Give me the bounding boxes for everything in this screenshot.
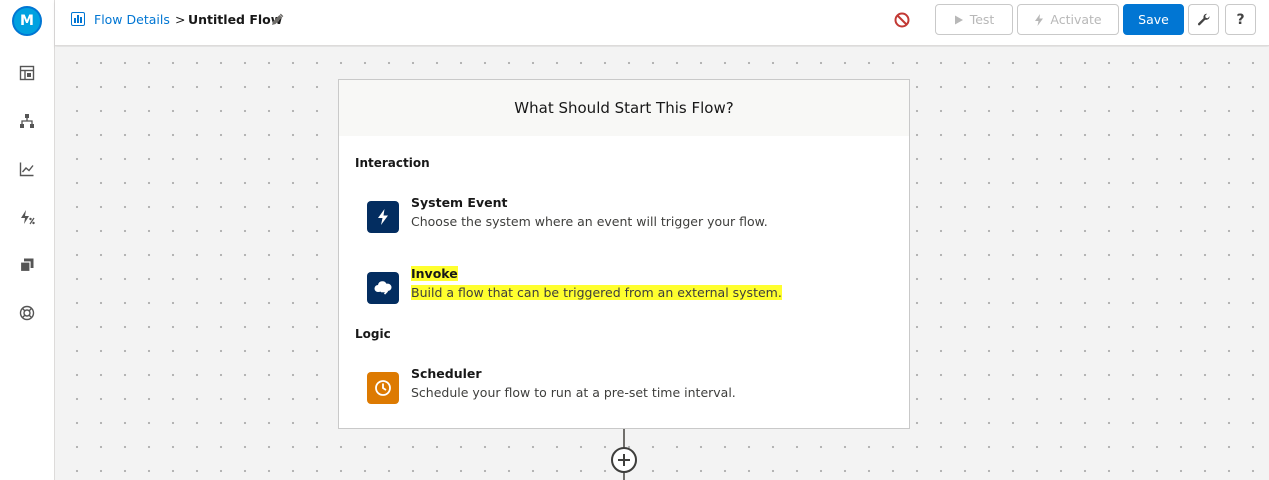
cloud-invoke-icon — [367, 272, 399, 304]
dashboard-icon[interactable] — [17, 63, 37, 83]
option-system-event[interactable]: System Event Choose the system where an … — [367, 195, 887, 235]
card-title: What Should Start This Flow? — [339, 80, 909, 136]
option-description: Schedule your flow to run at a pre-set t… — [411, 385, 736, 400]
play-icon — [954, 15, 963, 24]
settings-button[interactable] — [1188, 4, 1219, 35]
flow-details-icon — [71, 12, 85, 26]
test-button-label: Test — [969, 12, 995, 27]
hierarchy-icon[interactable] — [17, 111, 37, 131]
activate-button-label: Activate — [1050, 12, 1102, 27]
option-title: Scheduler — [411, 366, 482, 381]
top-header: Flow Details > Untitled Flow Test Activa… — [55, 0, 1269, 46]
option-title: Invoke — [411, 266, 458, 281]
option-invoke[interactable]: Invoke Build a flow that can be triggere… — [367, 266, 887, 306]
breadcrumb-separator: > — [175, 12, 186, 27]
section-logic: Logic — [355, 327, 391, 341]
option-scheduler[interactable]: Scheduler Schedule your flow to run at a… — [367, 366, 887, 406]
line-chart-icon[interactable] — [17, 159, 37, 179]
save-button-label: Save — [1138, 12, 1169, 27]
bolt-icon — [1035, 13, 1044, 26]
mulesoft-logo[interactable]: M — [12, 6, 42, 36]
bolt-icon — [367, 201, 399, 233]
highlighted-title: Invoke — [411, 266, 458, 281]
section-interaction: Interaction — [355, 156, 430, 170]
option-title: System Event — [411, 195, 508, 210]
wrench-icon — [1197, 13, 1210, 25]
help-button[interactable]: ? — [1225, 4, 1256, 35]
breadcrumb-flow-details[interactable]: Flow Details — [94, 12, 170, 27]
help-ring-icon[interactable] — [17, 303, 37, 323]
help-button-label: ? — [1236, 11, 1245, 28]
error-block-icon[interactable] — [893, 11, 911, 29]
flow-name: Untitled Flow — [188, 12, 283, 27]
save-button[interactable]: Save — [1123, 4, 1184, 35]
option-description: Build a flow that can be triggered from … — [411, 285, 782, 300]
add-step-button[interactable] — [611, 447, 637, 473]
plus-icon — [618, 454, 630, 466]
highlighted-description: Build a flow that can be triggered from … — [411, 285, 782, 300]
clock-icon — [367, 372, 399, 404]
activate-button[interactable]: Activate — [1017, 4, 1119, 35]
test-button[interactable]: Test — [935, 4, 1013, 35]
copy-icon[interactable] — [17, 255, 37, 275]
edit-pencil-icon[interactable] — [270, 13, 284, 27]
bolt-percent-icon[interactable] — [17, 207, 37, 227]
option-description: Choose the system where an event will tr… — [411, 214, 768, 229]
left-rail: M — [0, 0, 55, 480]
start-flow-card: What Should Start This Flow? Interaction… — [338, 79, 910, 429]
